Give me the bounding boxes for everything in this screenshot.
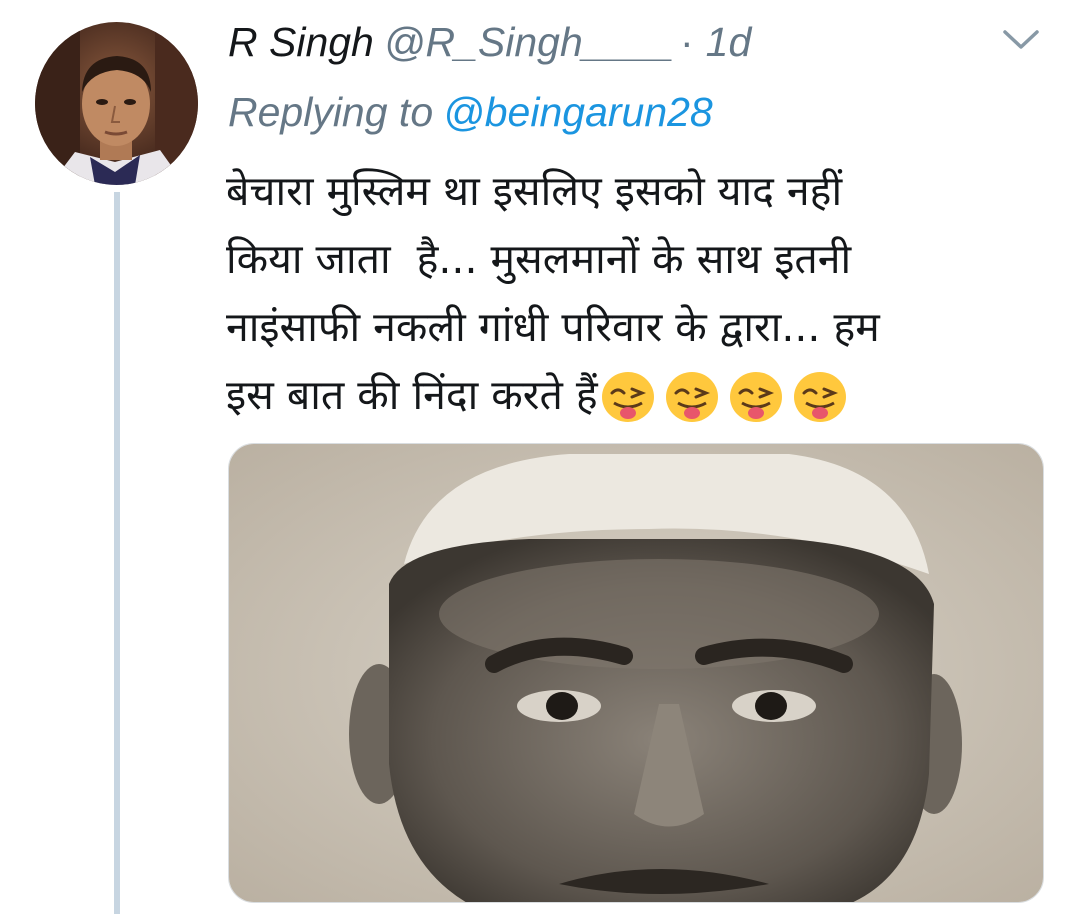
winking-face-with-tongue-icon: [729, 372, 782, 422]
winking-face-with-tongue-icon: [665, 372, 718, 422]
emoji-group: [600, 371, 856, 425]
tweet-text: बेचारा मुस्लिम था इसलिए इसको याद नहीं कि…: [226, 157, 1052, 429]
separator-dot: ·: [679, 19, 694, 65]
replying-to-label: Replying to: [228, 89, 434, 135]
portrait-photo: [229, 444, 1043, 902]
replying-to-line: Replying to @beingarun28: [228, 84, 713, 140]
tweet-header: R Singh @R_Singh____ · 1d: [228, 14, 751, 70]
avatar-image: [35, 22, 198, 185]
chevron-down-icon[interactable]: [1001, 24, 1041, 54]
avatar[interactable]: [35, 22, 198, 185]
display-name[interactable]: R Singh: [228, 14, 374, 70]
winking-face-with-tongue-icon: [793, 372, 846, 422]
tweet-photo[interactable]: [228, 443, 1044, 903]
thread-connector-line: [114, 192, 120, 914]
replying-to-handle-link[interactable]: @beingarun28: [443, 89, 713, 135]
winking-face-with-tongue-icon: [601, 372, 654, 422]
user-handle[interactable]: @R_Singh____: [384, 14, 674, 70]
timestamp[interactable]: 1d: [706, 14, 752, 70]
